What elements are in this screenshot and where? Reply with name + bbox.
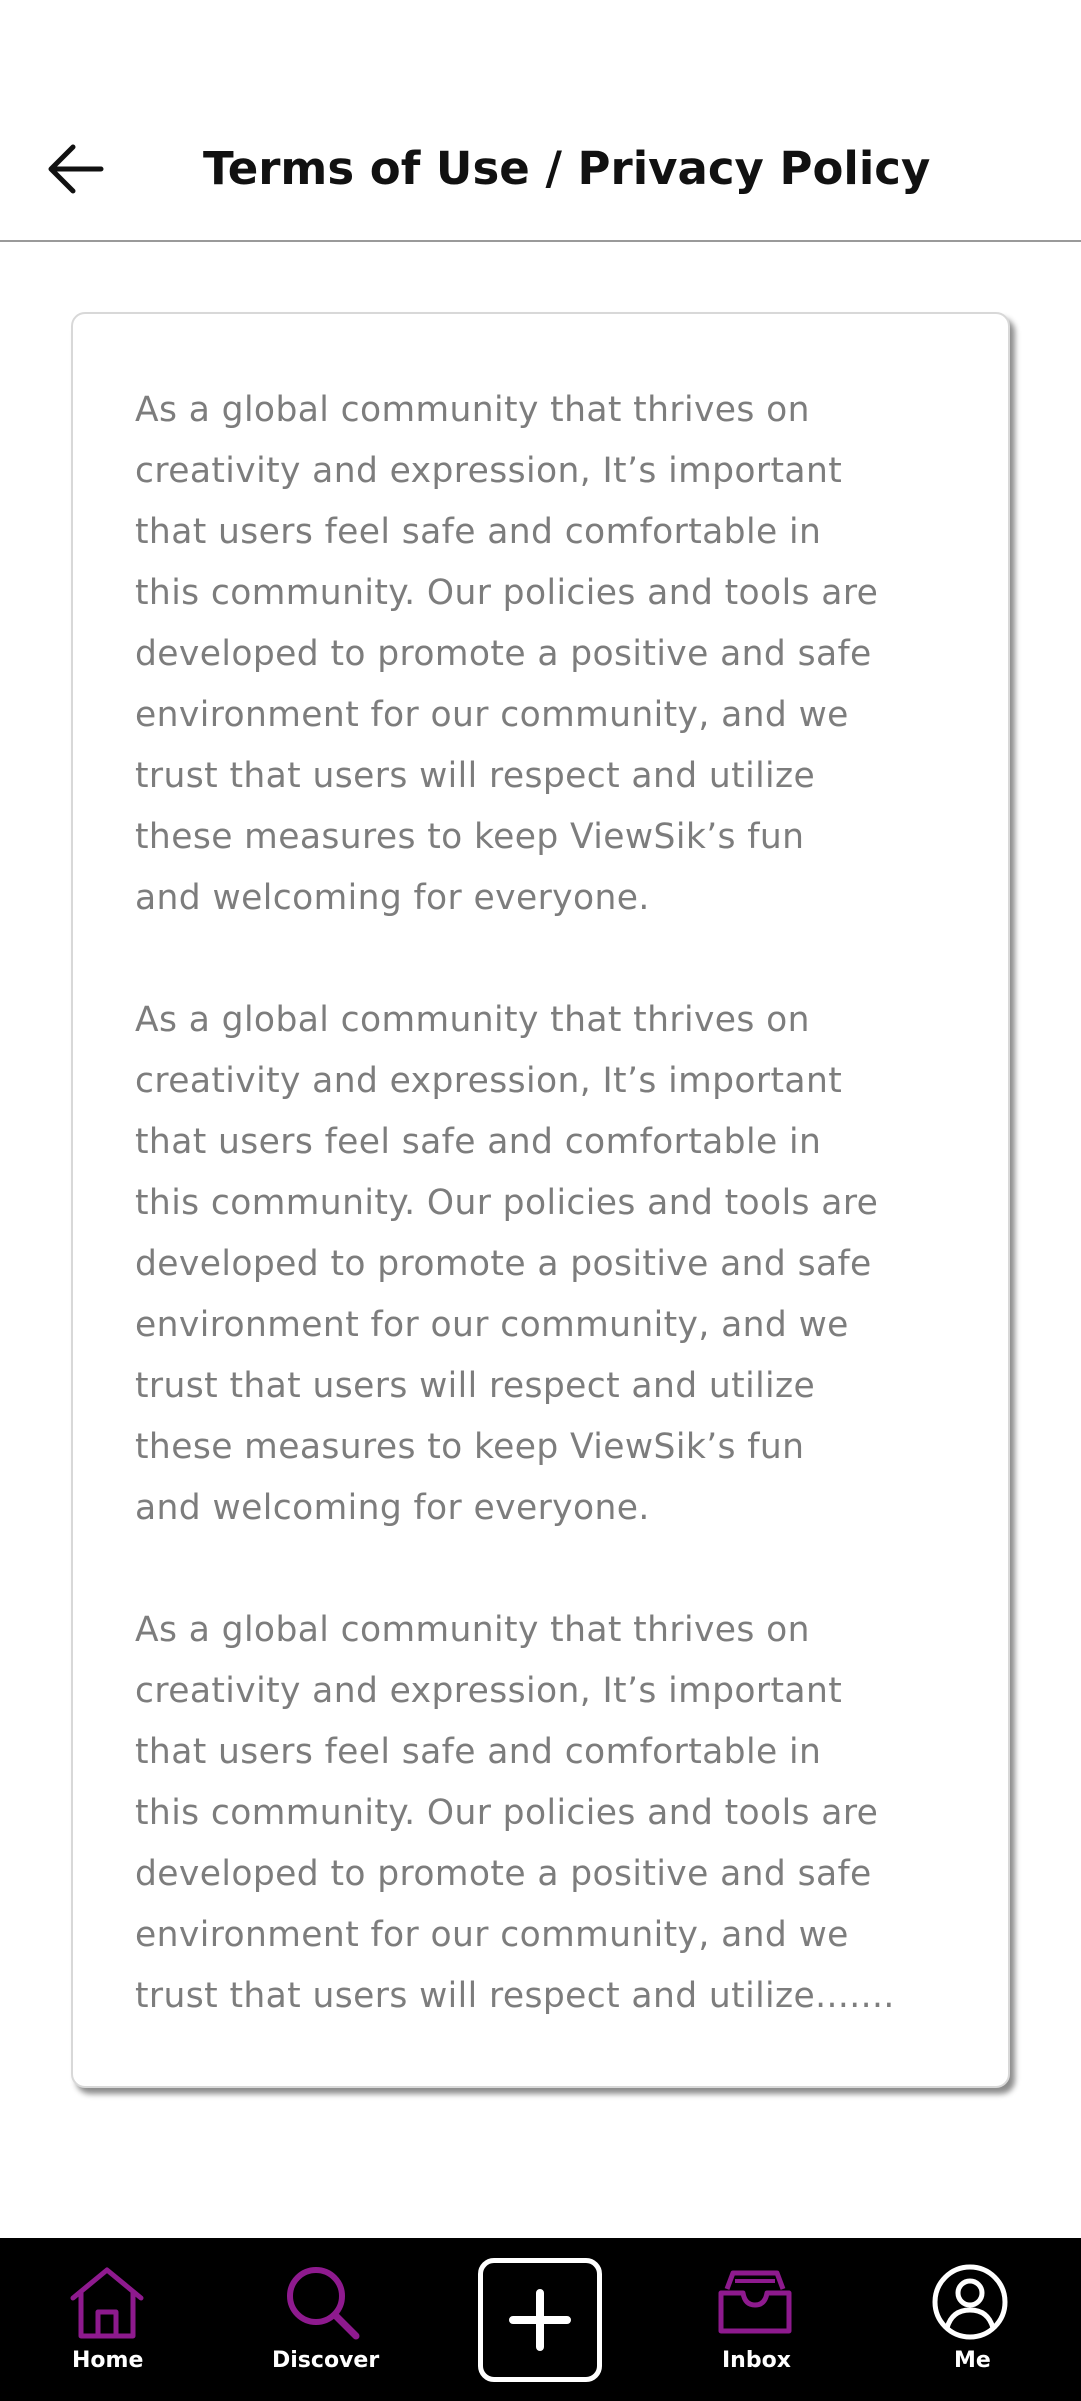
nav-label-inbox: Inbox — [722, 2348, 791, 2373]
policy-paragraph: As a global community that thrives on cr… — [135, 390, 879, 918]
nav-discover[interactable]: Discover — [262, 2238, 382, 2401]
create-button[interactable] — [478, 2258, 602, 2382]
arrow-left-icon — [48, 144, 104, 194]
search-icon — [282, 2262, 362, 2342]
policy-card: As a global community that thrives on cr… — [71, 312, 1010, 2088]
nav-home[interactable]: Home — [52, 2238, 162, 2401]
nav-label-home: Home — [72, 2348, 144, 2373]
plus-icon — [509, 2289, 571, 2351]
nav-inbox[interactable]: Inbox — [700, 2238, 810, 2401]
back-button[interactable] — [36, 130, 114, 208]
home-icon — [67, 2262, 147, 2342]
policy-text: As a global community that thrives on cr… — [135, 380, 965, 2027]
nav-label-discover: Discover — [272, 2348, 380, 2373]
policy-paragraph: As a global community that thrives on cr… — [135, 1000, 879, 1528]
policy-paragraph: As a global community that thrives on cr… — [135, 1610, 895, 2016]
app-header: Terms of Use / Privacy Policy — [0, 0, 1081, 242]
nav-me[interactable]: Me — [925, 2238, 1015, 2401]
nav-label-me: Me — [954, 2348, 991, 2373]
page-title: Terms of Use / Privacy Policy — [203, 142, 931, 195]
inbox-icon — [715, 2262, 795, 2342]
user-icon — [930, 2262, 1010, 2342]
